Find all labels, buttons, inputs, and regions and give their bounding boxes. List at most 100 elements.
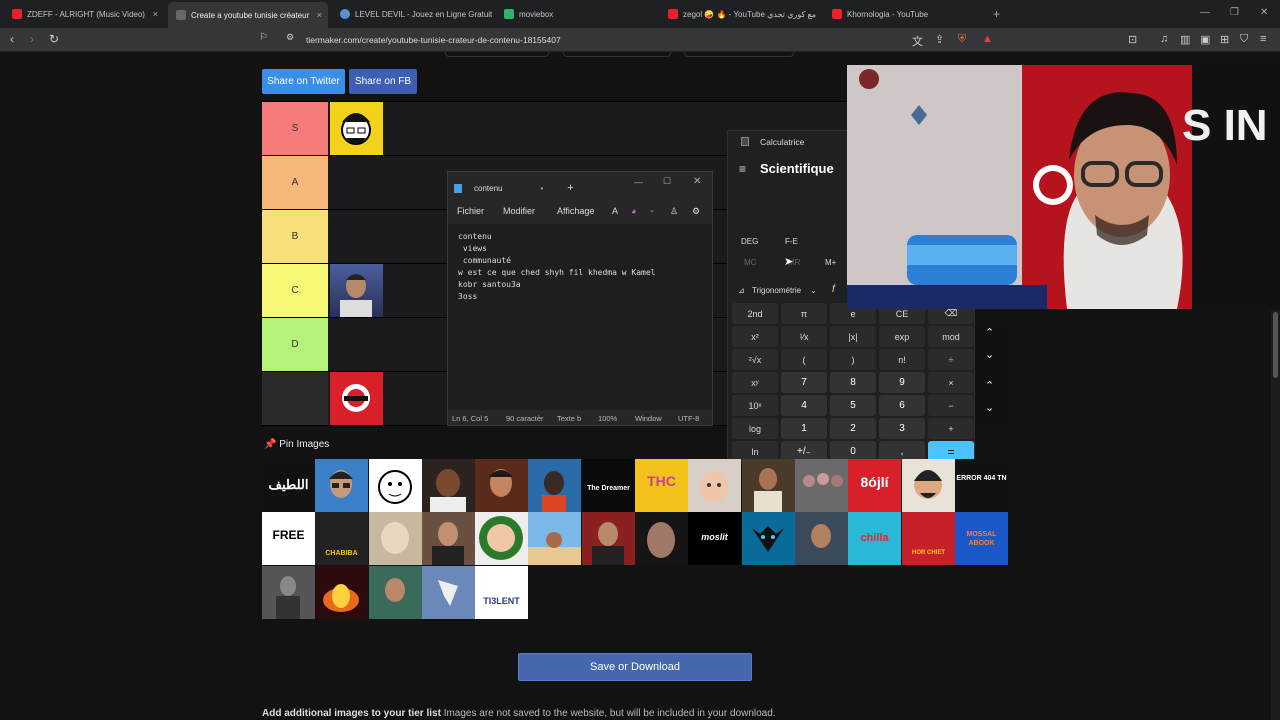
share-facebook-button[interactable]: Share on FB: [349, 69, 417, 94]
calc-key[interactable]: 2: [830, 418, 876, 439]
menu-affichage[interactable]: Affichage: [557, 206, 594, 216]
calc-key[interactable]: 7: [781, 372, 827, 393]
notepad-tab[interactable]: contenu • +: [454, 178, 574, 198]
memory-add[interactable]: M+: [825, 258, 836, 267]
pool-image[interactable]: [795, 459, 848, 512]
pool-image[interactable]: [369, 566, 422, 619]
browser-tab-6[interactable]: Khornologia - YouTube: [824, 4, 984, 24]
pool-image[interactable]: [369, 459, 422, 512]
save-download-button[interactable]: Save or Download: [518, 653, 752, 681]
new-tab-button[interactable]: +: [567, 182, 573, 194]
close-window-icon[interactable]: ✕: [1260, 7, 1268, 18]
pool-image[interactable]: [902, 459, 955, 512]
settings-icon[interactable]: ⚙: [692, 206, 700, 217]
rewards-icon[interactable]: ▲: [982, 33, 993, 45]
pool-image[interactable]: [528, 512, 581, 565]
close-window-icon[interactable]: ✕: [693, 176, 701, 187]
pool-image[interactable]: [582, 512, 635, 565]
pool-image[interactable]: [742, 459, 795, 512]
page-scrollbar[interactable]: [1271, 310, 1280, 720]
sidebar-icon[interactable]: ▥: [1180, 33, 1190, 46]
hamburger-menu-icon[interactable]: ≡: [739, 162, 746, 176]
calc-key[interactable]: 8: [830, 372, 876, 393]
pool-image[interactable]: [742, 512, 795, 565]
calc-key[interactable]: |x|: [830, 326, 876, 347]
url-field[interactable]: tiermaker.com/create/youtube-tunisie-cra…: [306, 35, 561, 45]
tier-label-d[interactable]: D: [262, 318, 328, 371]
pool-image[interactable]: CHABIBA: [315, 512, 368, 565]
pool-image[interactable]: [315, 566, 368, 619]
pool-image[interactable]: THC: [635, 459, 688, 512]
forward-icon[interactable]: ›: [30, 32, 34, 46]
pool-image[interactable]: [475, 459, 528, 512]
chevron-up-icon[interactable]: ⌃: [985, 379, 994, 392]
pool-image[interactable]: The Dreamer: [582, 459, 635, 512]
calc-key[interactable]: 5: [830, 395, 876, 416]
close-tab-icon[interactable]: ×: [317, 10, 322, 20]
translate-icon[interactable]: 文: [912, 33, 923, 49]
calc-key[interactable]: 1: [781, 418, 827, 439]
copilot-icon[interactable]: ◕: [631, 206, 636, 216]
tier-item-image[interactable]: [330, 264, 383, 317]
calc-key[interactable]: 3: [879, 418, 925, 439]
calc-key[interactable]: n!: [879, 349, 925, 370]
bookmark-icon[interactable]: ⚐: [259, 32, 268, 43]
pool-image[interactable]: [262, 566, 315, 619]
menu-fichier[interactable]: Fichier: [457, 206, 484, 216]
browser-tab-5[interactable]: zegol 🤪 🔥 - YouTube مع كوري تحدي: [660, 4, 820, 24]
minimize-icon[interactable]: —: [1200, 7, 1210, 18]
format-icon[interactable]: A: [612, 206, 618, 216]
calc-key[interactable]: ÷: [928, 349, 974, 370]
menu-icon[interactable]: ≡: [1260, 33, 1266, 45]
chevron-down-icon[interactable]: ⌄: [985, 348, 994, 361]
new-tab-button[interactable]: +: [993, 7, 1000, 21]
browser-tab-4[interactable]: moviebox: [496, 4, 656, 24]
chevron-down-icon[interactable]: ⌄: [810, 286, 817, 295]
pool-image[interactable]: [635, 512, 688, 565]
calc-key[interactable]: (: [781, 349, 827, 370]
tier-label-empty[interactable]: [262, 372, 328, 425]
menu-modifier[interactable]: Modifier: [503, 206, 535, 216]
calc-key[interactable]: mod: [928, 326, 974, 347]
calc-key[interactable]: ²√x: [732, 349, 778, 370]
notepad-text-area[interactable]: contenu views communauté w est ce que ch…: [448, 224, 712, 410]
calc-key[interactable]: ): [830, 349, 876, 370]
share-icon[interactable]: ⇪: [935, 33, 944, 46]
tier-label-a[interactable]: A: [262, 156, 328, 209]
calc-key[interactable]: exp: [879, 326, 925, 347]
calc-key[interactable]: ¹⁄x: [781, 326, 827, 347]
scrollbar-thumb[interactable]: [1273, 312, 1278, 378]
pool-image[interactable]: MOSSAL ABOOK: [955, 512, 1008, 565]
pool-image[interactable]: [315, 459, 368, 512]
tier-label-s[interactable]: S: [262, 102, 328, 155]
site-info-icon[interactable]: ⚙: [286, 32, 294, 43]
pool-image[interactable]: chilla: [848, 512, 901, 565]
minimize-icon[interactable]: —: [634, 177, 643, 187]
tier-item-image[interactable]: [330, 102, 383, 155]
tier-label-b[interactable]: B: [262, 210, 328, 263]
zoom-level[interactable]: 100%: [598, 414, 617, 423]
chevron-down-icon[interactable]: ⌄: [649, 206, 655, 214]
tier-item-image[interactable]: [330, 372, 383, 425]
pool-image[interactable]: 8ójlí: [848, 459, 901, 512]
music-icon[interactable]: ♫: [1160, 33, 1168, 45]
share-twitter-button[interactable]: Share on Twitter: [262, 69, 345, 94]
browser-tab-2-active[interactable]: Create a youtube tunisie créateur ×: [168, 2, 328, 28]
calc-key[interactable]: +: [928, 418, 974, 439]
calc-key[interactable]: ×: [928, 372, 974, 393]
calc-key[interactable]: x²: [732, 326, 778, 347]
pool-image[interactable]: [688, 459, 741, 512]
wallet-icon[interactable]: ▣: [1200, 33, 1210, 46]
pool-image[interactable]: [528, 459, 581, 512]
deg-toggle[interactable]: DEG: [741, 237, 758, 246]
extensions-icon[interactable]: ⊞: [1220, 33, 1229, 46]
pool-image[interactable]: FREE: [262, 512, 315, 565]
browser-tab-3[interactable]: LEVEL DEVIL - Jouez en Ligne Gratuit: [332, 4, 492, 24]
maximize-icon[interactable]: ❐: [1230, 7, 1239, 18]
maximize-icon[interactable]: ☐: [663, 176, 671, 187]
trigonometry-dropdown[interactable]: Trigonométrie: [752, 286, 801, 295]
account-icon[interactable]: ♙: [670, 206, 678, 217]
chevron-up-icon[interactable]: ⌃: [985, 326, 994, 339]
calc-key[interactable]: log: [732, 418, 778, 439]
pool-image[interactable]: moslit: [688, 512, 741, 565]
